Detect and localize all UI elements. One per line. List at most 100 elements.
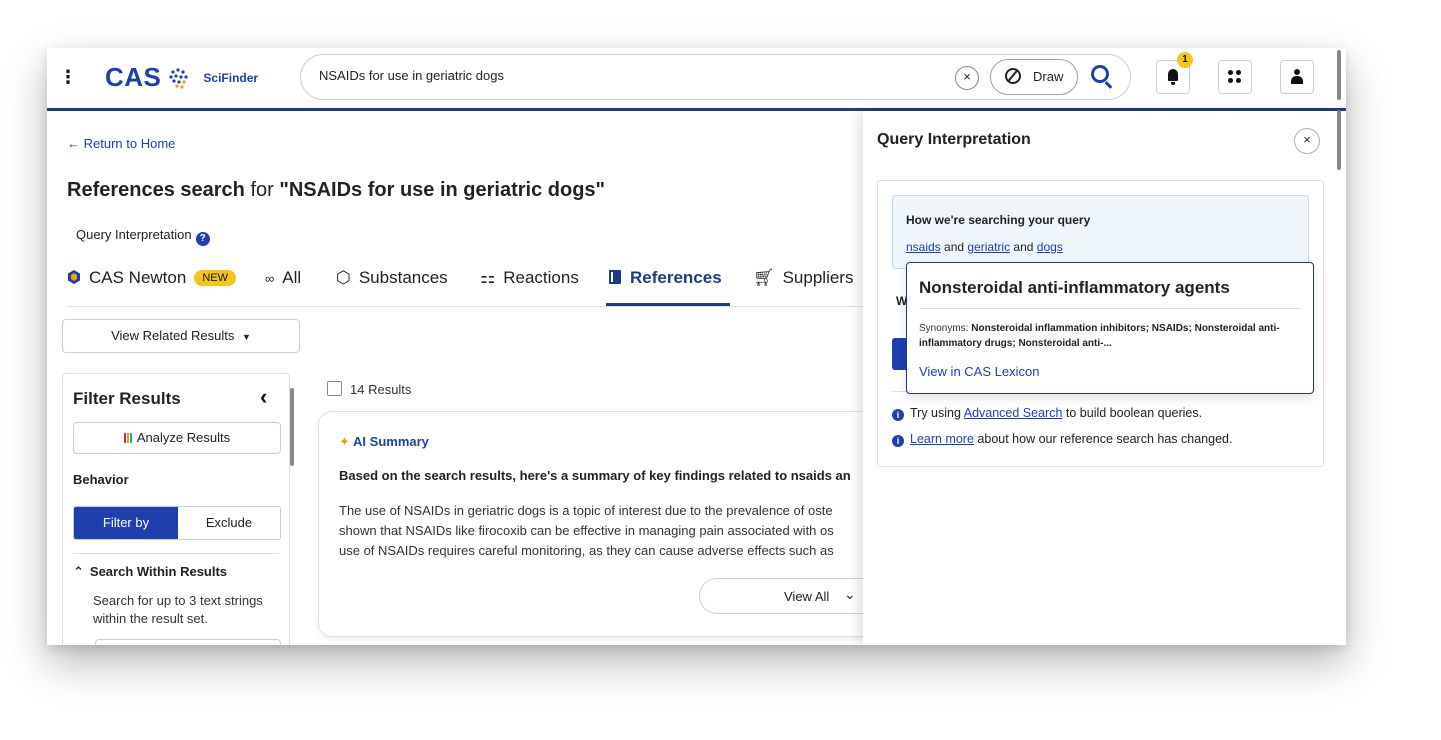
cas-logo-icon — [169, 67, 189, 89]
title-query: "NSAIDs for use in geriatric dogs" — [279, 179, 606, 201]
tip-text: Try using — [910, 406, 964, 420]
user-icon — [1291, 69, 1303, 84]
collapse-chevron-icon[interactable]: ‹ — [260, 384, 267, 410]
bar-chart-icon — [123, 433, 133, 443]
product-name: SciFinder — [203, 70, 259, 85]
search-within-toggle[interactable]: ⌃ Search Within Results — [73, 564, 227, 580]
tab-all[interactable]: ∞ All — [265, 268, 301, 288]
analyze-results-button[interactable]: Analyze Results — [73, 422, 281, 454]
synonyms-list: Nonsteroidal inflammation inhibitors; NS… — [919, 323, 1280, 349]
popover-divider — [919, 308, 1301, 309]
filter-scrollbar[interactable] — [290, 388, 294, 466]
panel-scrollbar[interactable] — [1337, 110, 1341, 170]
cas-newton-icon — [68, 270, 80, 284]
term-and: and — [1010, 240, 1037, 254]
tab-references-label: References — [630, 268, 722, 287]
tab-suppliers[interactable]: 🛒︎ Suppliers — [753, 268, 853, 288]
all-icon: ∞ — [265, 271, 275, 286]
tab-substances[interactable]: ⬡ Substances — [336, 268, 448, 288]
draw-icon — [1005, 68, 1021, 84]
advanced-search-link[interactable]: Advanced Search — [964, 406, 1063, 420]
advanced-search-tip: i Try using Advanced Search to build bool… — [892, 406, 1202, 421]
notification-badge: 1 — [1177, 52, 1193, 68]
tip-text: about how our reference search has chang… — [973, 432, 1233, 446]
how-searching-title: How we're searching your query — [906, 213, 1091, 227]
filter-title: Filter Results — [73, 389, 181, 408]
references-icon — [609, 270, 621, 284]
learn-more-tip: i Learn more about how our reference sear… — [892, 432, 1232, 447]
chevron-up-icon: ⌃ — [73, 564, 84, 579]
term-link[interactable]: dogs — [1037, 240, 1063, 254]
result-tabs: CAS Newton NEW ∞ All ⬡ Substances ⚏ Reaction… — [67, 258, 867, 307]
filter-panel: Filter Results ‹ Analyze Results Behavio… — [62, 373, 290, 645]
tab-cas-newton[interactable]: CAS Newton NEW — [67, 268, 236, 288]
search-icon[interactable] — [1091, 65, 1109, 83]
account-button[interactable] — [1280, 60, 1314, 94]
ai-summary-line: The use of NSAIDs in geriatric dogs is a… — [339, 503, 833, 518]
info-icon: i — [892, 409, 904, 421]
tab-substances-label: Substances — [358, 268, 448, 287]
divider — [73, 553, 279, 554]
learn-more-link[interactable]: Learn more — [910, 432, 974, 446]
tab-reactions-label: Reactions — [503, 268, 579, 287]
ai-summary-title: ✦ AI Summary — [339, 434, 429, 450]
cas-logo[interactable]: CAS SciFinder — [105, 62, 258, 93]
popover-title: Nonsteroidal anti-inflammatory agents — [919, 278, 1230, 297]
view-related-results-button[interactable]: View Related Results ▼ — [62, 319, 300, 353]
search-within-description: Search for up to 3 text strings within t… — [93, 593, 263, 626]
results-count: 14 Results — [350, 382, 412, 397]
close-panel-button[interactable]: × — [1294, 128, 1320, 154]
return-home-label: Return to Home — [83, 136, 176, 151]
select-all-checkbox[interactable] — [327, 381, 342, 396]
draw-button[interactable]: Draw — [990, 59, 1078, 95]
draw-label: Draw — [1033, 69, 1064, 84]
tab-suppliers-label: Suppliers — [782, 268, 854, 287]
page-scrollbar[interactable] — [1337, 50, 1341, 100]
ai-summary-body: The use of NSAIDs in geriatric dogs is a… — [339, 501, 899, 561]
bell-icon — [1168, 69, 1178, 85]
ai-summary-heading: Based on the search results, here's a su… — [339, 468, 851, 483]
tab-reactions[interactable]: ⚏ Reactions — [480, 268, 579, 288]
behavior-toggle: Filter by Exclude — [73, 506, 281, 540]
apps-button[interactable] — [1218, 60, 1252, 94]
caret-down-icon: ▼ — [242, 332, 251, 342]
sparkle-icon: ✦ — [339, 434, 350, 449]
clear-search-button[interactable]: × — [955, 66, 979, 90]
cart-icon: 🛒︎ — [753, 268, 775, 287]
active-tab-indicator — [606, 303, 730, 306]
query-terms: nsaids and geriatric and dogs — [906, 240, 1063, 254]
reactions-icon: ⚏ — [480, 268, 496, 287]
search-within-input[interactable] — [95, 639, 281, 645]
new-badge: NEW — [194, 270, 236, 286]
query-interpretation-link[interactable]: Query Interpretation? — [76, 227, 210, 246]
chevron-down-icon: ⌄ — [844, 586, 856, 602]
term-popover: Nonsteroidal anti-inflammatory agents Sy… — [906, 262, 1314, 394]
return-home-link[interactable]: ← Return to Home — [67, 136, 175, 151]
logo-text: CAS — [105, 62, 162, 92]
behavior-label: Behavior — [73, 472, 129, 487]
title-mid: for — [244, 179, 280, 201]
ai-summary-card: ✦ AI Summary Based on the search results… — [318, 411, 921, 637]
filter-by-option[interactable]: Filter by — [74, 507, 178, 539]
exclude-option[interactable]: Exclude — [178, 507, 280, 539]
term-link[interactable]: geriatric — [967, 240, 1010, 254]
search-bar[interactable]: NSAIDs for use in geriatric dogs × Draw — [300, 54, 1131, 100]
term-link[interactable]: nsaids — [906, 240, 941, 254]
menu-kebab-icon[interactable]: ⋮ — [59, 68, 77, 86]
top-bar: ⋮ CAS SciFinder NSAIDs for use in geriat… — [47, 48, 1346, 111]
view-all-label: View All — [784, 589, 830, 604]
search-input[interactable]: NSAIDs for use in geriatric dogs — [319, 68, 504, 83]
substances-icon: ⬡ — [336, 268, 351, 287]
obscured-button[interactable] — [892, 338, 906, 370]
select-all-results[interactable]: 14 Results — [327, 381, 411, 397]
ai-summary-line: shown that NSAIDs like firocoxib can be … — [339, 523, 834, 538]
panel-title: Query Interpretation — [877, 131, 1031, 148]
page-title: References search for "NSAIDs for use in… — [67, 179, 605, 202]
help-icon[interactable]: ? — [195, 232, 210, 246]
tab-references[interactable]: References — [608, 268, 722, 288]
how-searching-box: How we're searching your query nsaids an… — [892, 195, 1309, 269]
view-in-lexicon-link[interactable]: View in CAS Lexicon — [919, 364, 1039, 379]
tip-text: to build boolean queries. — [1062, 406, 1203, 420]
tab-cas-newton-label: CAS Newton — [89, 268, 187, 287]
term-and: and — [940, 240, 968, 254]
